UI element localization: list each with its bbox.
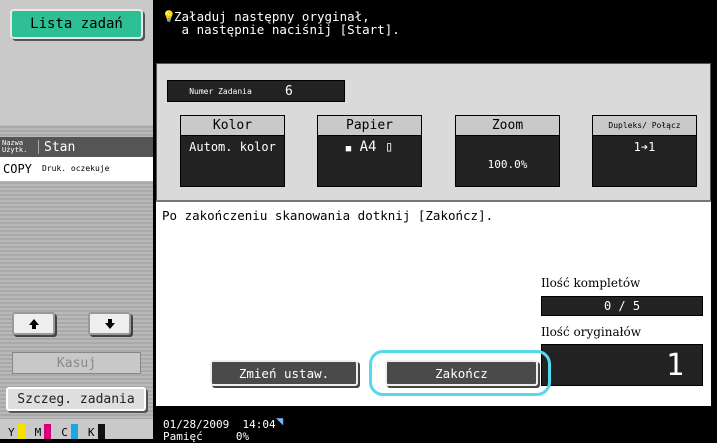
originals-count-label: Ilość oryginałów [541,325,642,339]
sets-count-label: Ilość kompletów [541,276,641,290]
toner-magenta-label: M [34,426,42,439]
toner-yellow-bar [17,424,25,439]
status-column-header: Stan [44,139,76,155]
toner-black-bar [97,424,105,439]
toner-cyan-label: C [61,426,68,439]
info-text: Po zakończeniu skanowania dotknij [Zakoń… [162,208,494,223]
duplex-setting-card: Dupleks/ Połącz 1➔1 [592,115,697,187]
scroll-up-button[interactable] [12,312,55,335]
zoom-setting-label: Zoom [456,116,559,136]
finish-button[interactable]: Zakończ [385,360,538,386]
toner-cyan: C [61,424,78,439]
memory-value: 0% [235,430,250,443]
instruction-message: Załaduj następny oryginał, a następnie n… [174,9,400,37]
arrow-down-icon [104,318,115,329]
toner-black: K [88,424,105,439]
toner-levels: Y M C K [0,419,153,439]
paper-tray-icon: ■ [345,144,352,154]
toner-yellow: Y [8,424,25,439]
scroll-down-button[interactable] [88,312,131,335]
duplex-setting-value: 1➔1 [633,140,656,154]
user-name-column-header: Nazwa Użytk. [0,140,39,154]
job-table-header: Nazwa Użytk. Stan [0,137,153,157]
job-status-cell: Druk. oczekuje [42,164,110,173]
table-row[interactable]: COPY Druk. oczekuje [0,157,153,181]
toner-magenta: M [35,424,52,439]
toner-magenta-bar [44,424,52,439]
job-user-cell: COPY [3,162,32,176]
change-settings-button[interactable]: Zmień ustaw. [210,360,358,386]
zoom-setting-card: Zoom 100.0% [455,115,560,187]
paper-setting-label: Papier [318,116,421,136]
color-setting-value: Autom. kolor [189,140,276,154]
job-number-display: Numer Zadania 6 [167,80,345,102]
sets-count-value: 0 / 5 [541,296,703,316]
job-number-value: 6 [285,83,293,99]
paper-setting-card: Papier ■ A4 ▯ [317,115,422,187]
status-memory: Pamięć 0% [163,430,249,443]
network-status-icon: ◥ [276,414,284,428]
duplex-setting-label: Dupleks/ Połącz [593,116,696,136]
memory-label: Pamięć [163,430,203,443]
toner-yellow-label: Y [8,426,15,439]
job-number-label: Numer Zadania [189,86,252,96]
toner-black-label: K [87,426,95,439]
originals-count-value: 1 [541,344,703,386]
paper-orientation-icon: ▯ [384,139,394,155]
paper-setting-value-row: ■ A4 ▯ [318,139,421,155]
delete-job-button[interactable]: Kasuj [12,352,141,374]
paper-setting-value: A4 [359,139,377,155]
job-details-button[interactable]: Szczeg. zadania [6,387,146,411]
toner-cyan-bar [70,424,78,439]
arrow-up-icon [28,318,39,329]
job-list-button[interactable]: Lista zadań [10,9,143,39]
zoom-setting-value: 100.0% [487,158,528,171]
color-setting-label: Kolor [181,116,284,136]
color-setting-card: Kolor Autom. kolor [180,115,285,187]
